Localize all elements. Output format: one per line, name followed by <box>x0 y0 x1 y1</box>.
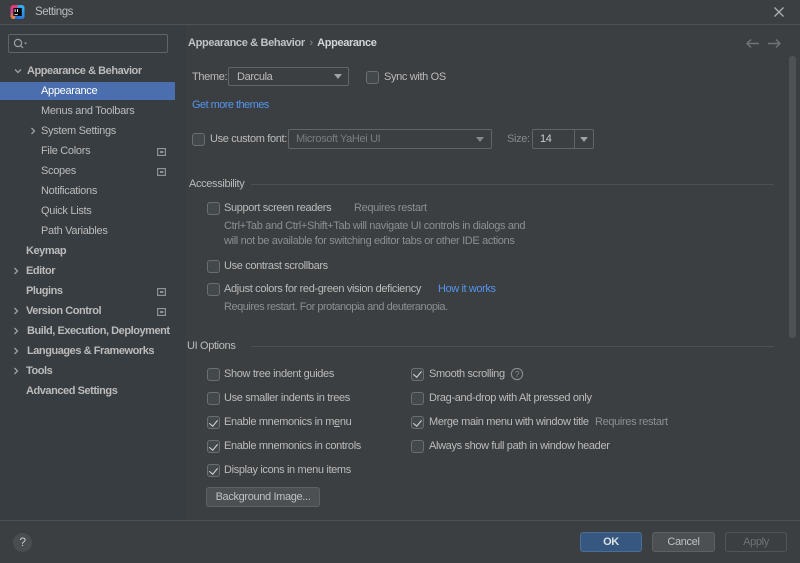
svg-text:?: ? <box>515 369 520 379</box>
